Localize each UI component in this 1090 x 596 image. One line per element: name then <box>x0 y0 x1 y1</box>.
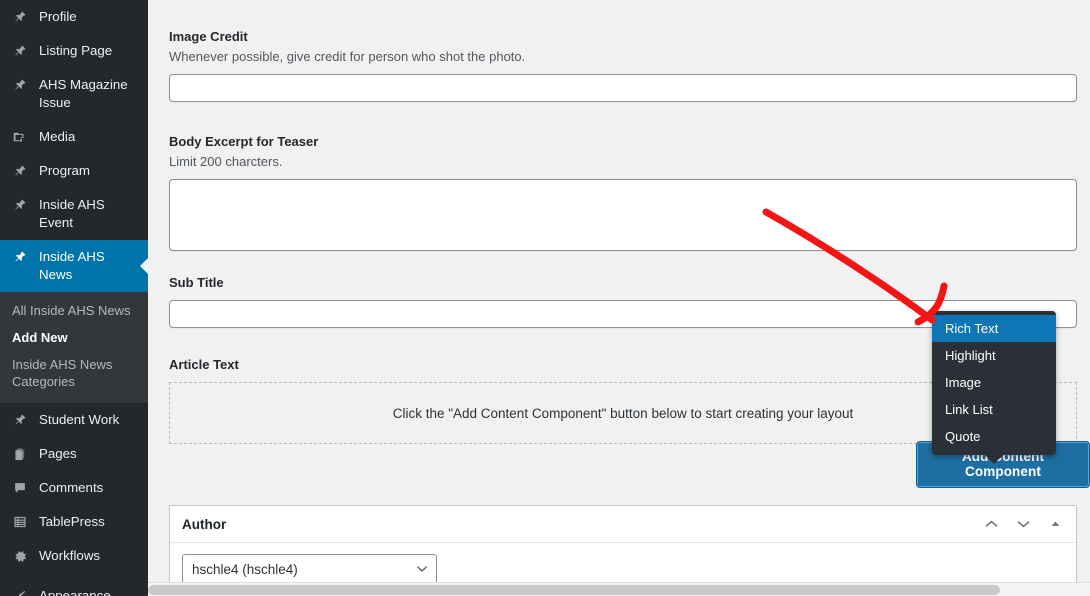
sidebar-item-media[interactable]: Media <box>0 120 148 154</box>
sidebar-item-student-work[interactable]: Student Work <box>0 403 148 437</box>
sidebar-item-label: Student Work <box>39 412 120 427</box>
pages-icon <box>10 445 30 463</box>
sidebar-item-label: Listing Page <box>39 43 113 58</box>
sidebar-item-appearance[interactable]: Appearance <box>0 579 148 596</box>
field-label: Sub Title <box>169 275 224 290</box>
field-description: Limit 200 charcters. <box>169 154 283 169</box>
sidebar-item-pages[interactable]: Pages <box>0 437 148 471</box>
empty-message: Click the "Add Content Component" button… <box>392 405 854 421</box>
sidebar-item-label: TablePress <box>39 514 105 529</box>
dropdown-item-highlight[interactable]: Highlight <box>932 342 1056 369</box>
sidebar-item-profile[interactable]: Profile <box>0 0 148 34</box>
dropdown-pointer-icon <box>984 454 1004 464</box>
field-body-excerpt: Body Excerpt for Teaser Limit 200 charct… <box>169 133 1077 251</box>
sidebar-item-comments[interactable]: Comments <box>0 471 148 505</box>
pin-icon <box>10 8 30 26</box>
sidebar-item-label: Profile <box>39 9 77 24</box>
sidebar-item-label: Appearance <box>39 588 111 596</box>
pin-icon <box>10 42 30 60</box>
field-image-credit: Image Credit Whenever possible, give cre… <box>169 28 1077 102</box>
sidebar-item-label: Workflows <box>39 548 101 563</box>
chevron-down-icon[interactable] <box>1012 515 1034 533</box>
dropdown-item-image[interactable]: Image <box>932 369 1056 396</box>
toggle-panel-icon[interactable] <box>1044 515 1066 533</box>
pin-icon <box>10 248 30 266</box>
gear-icon <box>10 547 30 565</box>
field-label: Image Credit <box>169 29 248 44</box>
metabox-header: Author <box>170 506 1076 543</box>
sidebar-item-label: Program <box>39 163 90 178</box>
pin-icon <box>10 162 30 180</box>
sidebar-item-label: Inside AHS Event <box>39 197 105 230</box>
field-label: Body Excerpt for Teaser <box>169 134 319 149</box>
sidebar-item-label: Inside AHS News <box>39 249 105 282</box>
submenu-item-add-new[interactable]: Add New <box>0 324 148 351</box>
wordpress-admin-screen: Profile Listing Page AHS Magazine Issue … <box>0 0 1090 596</box>
metabox-controls <box>980 515 1066 533</box>
comments-icon <box>10 479 30 497</box>
table-icon <box>10 513 30 531</box>
post-edit-main: Image Credit Whenever possible, give cre… <box>148 0 1090 596</box>
metabox-title: Author <box>182 516 227 532</box>
media-icon <box>10 128 30 146</box>
pin-icon <box>10 411 30 429</box>
admin-sidebar: Profile Listing Page AHS Magazine Issue … <box>0 0 148 596</box>
sidebar-item-ahs-magazine-issue[interactable]: AHS Magazine Issue <box>0 68 148 120</box>
scrollbar-thumb[interactable] <box>148 585 1000 595</box>
submenu-item-inside-ahs-news-categories[interactable]: Inside AHS News Categories <box>0 351 148 395</box>
author-select-wrap: hschle4 (hschle4) <box>182 554 437 584</box>
sidebar-item-listing-page[interactable]: Listing Page <box>0 34 148 68</box>
sidebar-item-label: Pages <box>39 446 77 461</box>
author-select[interactable]: hschle4 (hschle4) <box>182 554 437 584</box>
horizontal-scrollbar[interactable] <box>148 582 1090 596</box>
sidebar-item-label: Media <box>39 129 76 144</box>
sidebar-item-program[interactable]: Program <box>0 154 148 188</box>
component-type-dropdown: Rich Text Highlight Image Link List Quot… <box>932 311 1056 464</box>
dropdown-item-rich-text[interactable]: Rich Text <box>932 315 1056 342</box>
image-credit-input[interactable] <box>169 74 1077 102</box>
submenu-item-all-inside-ahs-news[interactable]: All Inside AHS News <box>0 297 148 324</box>
dropdown-item-quote[interactable]: Quote <box>932 423 1056 450</box>
sidebar-item-label: AHS Magazine Issue <box>39 77 128 110</box>
chevron-up-icon[interactable] <box>980 515 1002 533</box>
sidebar-item-workflows[interactable]: Workflows <box>0 539 148 573</box>
sidebar-submenu: All Inside AHS News Add New Inside AHS N… <box>0 292 148 403</box>
sidebar-item-inside-ahs-event[interactable]: Inside AHS Event <box>0 188 148 240</box>
pin-icon <box>10 196 30 214</box>
sidebar-item-label: Comments <box>39 480 104 495</box>
body-excerpt-textarea[interactable] <box>169 179 1077 251</box>
pin-icon <box>10 76 30 94</box>
field-description: Whenever possible, give credit for perso… <box>169 49 526 64</box>
sidebar-item-inside-ahs-news[interactable]: Inside AHS News <box>0 240 148 292</box>
brush-icon <box>10 587 30 596</box>
dropdown-item-link-list[interactable]: Link List <box>932 396 1056 423</box>
sidebar-item-tablepress[interactable]: TablePress <box>0 505 148 539</box>
